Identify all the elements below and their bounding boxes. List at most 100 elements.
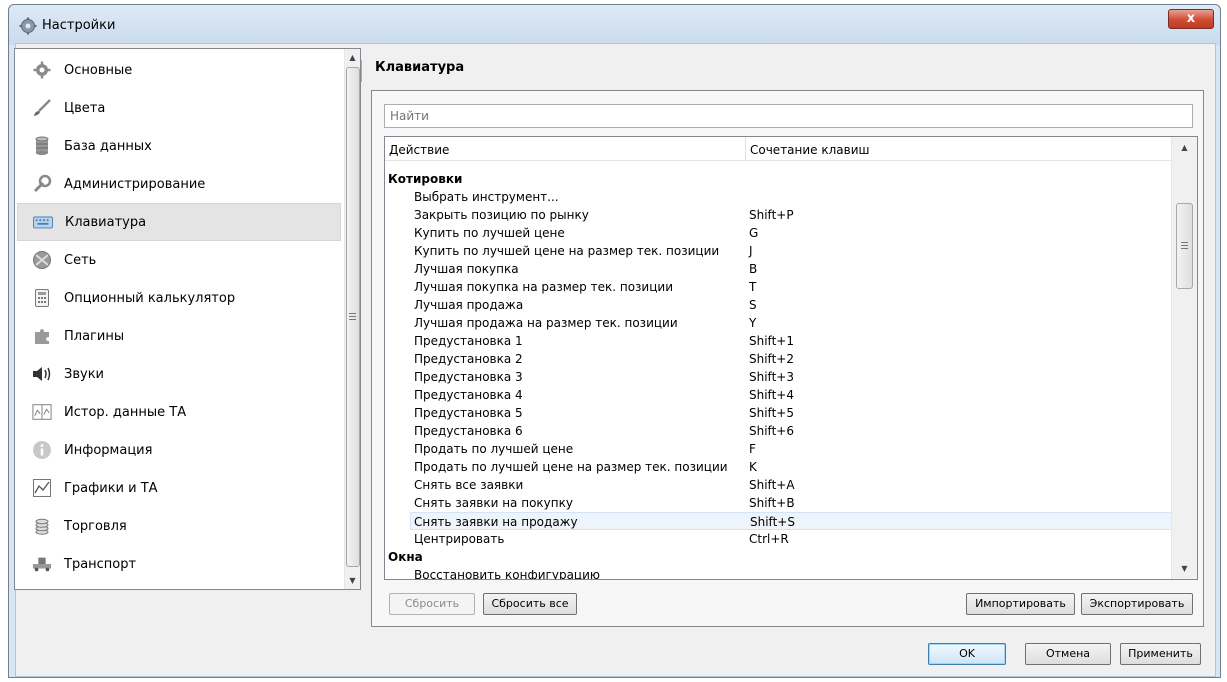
sidebar-item-label: Цвета [64, 100, 106, 116]
shortcut-row[interactable]: Снять заявки на продажу Shift+S [410, 512, 1172, 530]
shortcut-cell: B [749, 262, 758, 276]
sidebar-item-label: Информация [64, 442, 153, 458]
transport-icon [32, 554, 52, 574]
action-cell: Снять заявки на продажу [414, 515, 578, 529]
sidebar-item-label: Графики и ТА [64, 480, 158, 496]
sidebar-scrollbar[interactable]: ▲ ▼ [344, 49, 360, 589]
action-cell: Снять все заявки [414, 478, 524, 492]
action-cell: Продать по лучшей цене на размер тек. по… [414, 460, 728, 474]
action-cell: Лучшая продажа на размер тек. позиции [414, 316, 678, 330]
sidebar-item[interactable]: Сеть [17, 241, 341, 279]
shortcut-cell: T [749, 280, 757, 294]
sidebar-item[interactable]: Основные [17, 51, 341, 89]
shortcut-cell: Shift+3 [749, 370, 794, 384]
sidebar-item-label: Звуки [64, 366, 104, 382]
group-row[interactable]: Окна [385, 548, 1171, 566]
shortcut-row[interactable]: Восстановить конфигурацию [385, 566, 1171, 579]
shortcut-row[interactable]: Предустановка 2 Shift+2 [385, 350, 1171, 368]
shortcut-row[interactable]: Предустановка 6 Shift+6 [385, 422, 1171, 440]
shortcut-row[interactable]: Закрыть позицию по рынку Shift+P [385, 206, 1171, 224]
shortcut-row[interactable]: Продать по лучшей цене F [385, 440, 1171, 458]
sidebar-item-label: Сеть [64, 252, 97, 268]
reset-all-button[interactable]: Сбросить все [483, 593, 577, 615]
calculator-icon [32, 288, 52, 308]
action-cell: Предустановка 5 [414, 406, 523, 420]
apply-button[interactable]: Применить [1120, 643, 1201, 665]
wrench-icon [32, 174, 52, 194]
action-cell: Выбрать инструмент... [414, 190, 559, 204]
shortcut-row[interactable]: Предустановка 1 Shift+1 [385, 332, 1171, 350]
shortcut-row[interactable]: Лучшая продажа на размер тек. позиции Y [385, 314, 1171, 332]
sidebar: Основные Цвета База данных Администрировани… [14, 48, 361, 590]
sidebar-item[interactable]: Графики и ТА [17, 469, 341, 507]
puzzle-icon [32, 326, 52, 346]
action-cell: Окна [388, 550, 423, 564]
shortcut-row[interactable]: Купить по лучшей цене на размер тек. поз… [385, 242, 1171, 260]
sidebar-item[interactable]: Опционный калькулятор [17, 279, 341, 317]
sidebar-item[interactable]: Торговля [17, 507, 341, 545]
cancel-button[interactable]: Отмена [1025, 643, 1111, 665]
shortcut-row[interactable]: Лучшая покупка B [385, 260, 1171, 278]
column-header-shortcut[interactable]: Сочетание клавиш [745, 137, 1171, 161]
shortcut-row[interactable]: Лучшая продажа S [385, 296, 1171, 314]
close-button[interactable]: x [1168, 9, 1214, 29]
shortcut-row[interactable]: Выбрать инструмент... [385, 188, 1171, 206]
title-bar[interactable]: Настройки x [9, 5, 1220, 45]
sidebar-item[interactable]: Истор. данные ТА [17, 393, 341, 431]
shortcut-cell: G [749, 226, 759, 240]
sidebar-item[interactable]: Транспорт [17, 545, 341, 583]
sidebar-item[interactable]: База данных [17, 127, 341, 165]
shortcut-row[interactable]: Снять все заявки Shift+A [385, 476, 1171, 494]
shortcut-row[interactable]: Лучшая покупка на размер тек. позиции T [385, 278, 1171, 296]
table-header: Действие Сочетание клавиш [385, 137, 1171, 161]
action-cell: Купить по лучшей цене на размер тек. поз… [414, 244, 720, 258]
action-cell: Предустановка 1 [414, 334, 523, 348]
shortcut-cell: Shift+B [749, 496, 795, 510]
scroll-up-arrow[interactable]: ▲ [345, 49, 360, 66]
reset-button[interactable]: Сбросить [389, 593, 475, 615]
shortcut-row[interactable]: Центрировать Ctrl+R [385, 530, 1171, 548]
sidebar-item[interactable]: Плагины [17, 317, 341, 355]
ok-button[interactable]: OK [928, 643, 1006, 665]
import-button[interactable]: Импортировать [966, 593, 1075, 615]
action-cell: Снять заявки на покупку [414, 496, 573, 510]
network-icon [32, 250, 52, 270]
shortcut-row[interactable]: Продать по лучшей цене на размер тек. по… [385, 458, 1171, 476]
column-header-action[interactable]: Действие [385, 137, 745, 161]
sidebar-item[interactable]: Администрирование [17, 165, 341, 203]
shortcut-row[interactable]: Купить по лучшей цене G [385, 224, 1171, 242]
shortcut-cell: K [749, 460, 757, 474]
action-cell: Закрыть позицию по рынку [414, 208, 589, 222]
shortcut-row[interactable]: Снять заявки на покупку Shift+B [385, 494, 1171, 512]
shortcut-cell: Shift+S [750, 515, 795, 529]
table-scrollbar[interactable]: ▲ ▼ [1171, 137, 1197, 579]
sidebar-item[interactable]: Звуки [17, 355, 341, 393]
gear-icon [32, 60, 52, 80]
shortcut-cell: Shift+P [749, 208, 794, 222]
sidebar-item[interactable]: Информация [17, 431, 341, 469]
coins-icon [32, 516, 52, 536]
action-cell: Предустановка 4 [414, 388, 523, 402]
scroll-down-arrow[interactable]: ▼ [1172, 560, 1197, 577]
shortcut-search-input[interactable] [384, 104, 1193, 128]
scroll-up-arrow[interactable]: ▲ [1172, 139, 1197, 156]
gear-icon [19, 17, 37, 35]
group-row[interactable]: Котировки [385, 170, 1171, 188]
export-button[interactable]: Экспортировать [1081, 593, 1193, 615]
sidebar-item[interactable]: Клавиатура [17, 203, 341, 241]
shortcut-cell: Shift+6 [749, 424, 794, 438]
action-cell: Продать по лучшей цене [414, 442, 574, 456]
shortcut-row[interactable]: Предустановка 4 Shift+4 [385, 386, 1171, 404]
action-cell: Предустановка 6 [414, 424, 523, 438]
scroll-thumb[interactable] [1176, 203, 1193, 289]
action-cell: Предустановка 2 [414, 352, 523, 366]
shortcut-row[interactable]: Предустановка 5 Shift+5 [385, 404, 1171, 422]
scroll-down-arrow[interactable]: ▼ [345, 572, 360, 589]
scroll-thumb[interactable] [346, 67, 360, 567]
info-icon [32, 440, 52, 460]
action-cell: Купить по лучшей цене [414, 226, 565, 240]
sidebar-item[interactable]: Цвета [17, 89, 341, 127]
shortcut-row[interactable]: Предустановка 3 Shift+3 [385, 368, 1171, 386]
action-cell: Лучшая покупка [414, 262, 519, 276]
brush-icon [32, 98, 52, 118]
